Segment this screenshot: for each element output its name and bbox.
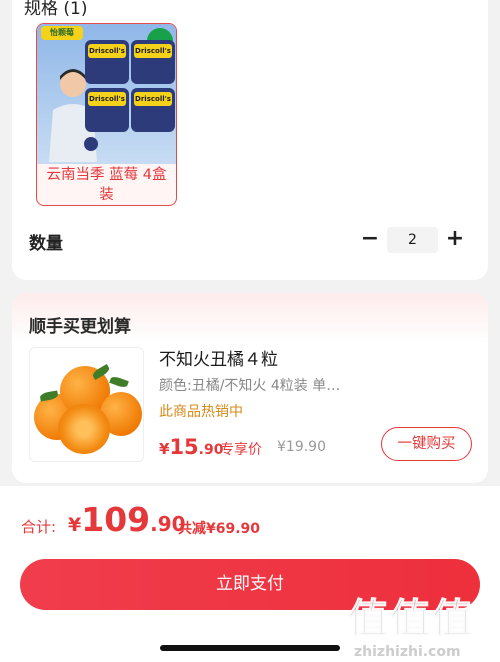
- blueberry-product-image: 怡颗莓 Driscoll's Driscoll's Driscoll's Dri…: [37, 24, 176, 164]
- spec-title: 规格 (1): [24, 0, 88, 19]
- bundle-item-price: ¥15.90: [159, 435, 224, 459]
- blueberry-box: Driscoll's: [85, 88, 129, 132]
- blueberry-box: Driscoll's: [131, 88, 175, 132]
- quantity-input[interactable]: 2: [387, 227, 438, 253]
- quantity-increase-button[interactable]: +: [445, 228, 465, 252]
- orange-product-image[interactable]: [29, 347, 144, 462]
- brand-logo: 怡颗莓: [41, 26, 83, 40]
- original-price: ¥19.90: [277, 439, 326, 455]
- bundle-item-spec[interactable]: 颜色:丑橘/不知火 4粒装 单…: [159, 375, 340, 395]
- home-indicator[interactable]: [160, 645, 340, 651]
- bundle-hot-tag: 此商品热销中: [159, 404, 243, 420]
- blueberry-box: Driscoll's: [131, 40, 175, 84]
- total-price: ¥109.90: [68, 500, 186, 539]
- watermark-logo: 值值值 zhizhizhi.com: [348, 596, 474, 661]
- spec-option-label: 云南当季 蓝莓 4盒装: [46, 167, 167, 203]
- quantity-decrease-button[interactable]: −: [360, 228, 380, 252]
- bundle-item-name[interactable]: 不知火丑橘４粒: [159, 345, 278, 370]
- discount-amount: 共减¥69.90: [178, 521, 261, 537]
- spec-option-blueberry[interactable]: 怡颗莓 Driscoll's Driscoll's Driscoll's Dri…: [36, 23, 177, 206]
- bundle-section-title: 顺手买更划算: [29, 317, 131, 337]
- one-click-buy-button[interactable]: 一键购买: [381, 427, 472, 461]
- total-label: 合计:: [21, 518, 57, 536]
- exclusive-price-label: 专享价: [220, 442, 262, 458]
- blueberry-box: Driscoll's: [85, 40, 129, 84]
- quantity-label: 数量: [29, 234, 63, 254]
